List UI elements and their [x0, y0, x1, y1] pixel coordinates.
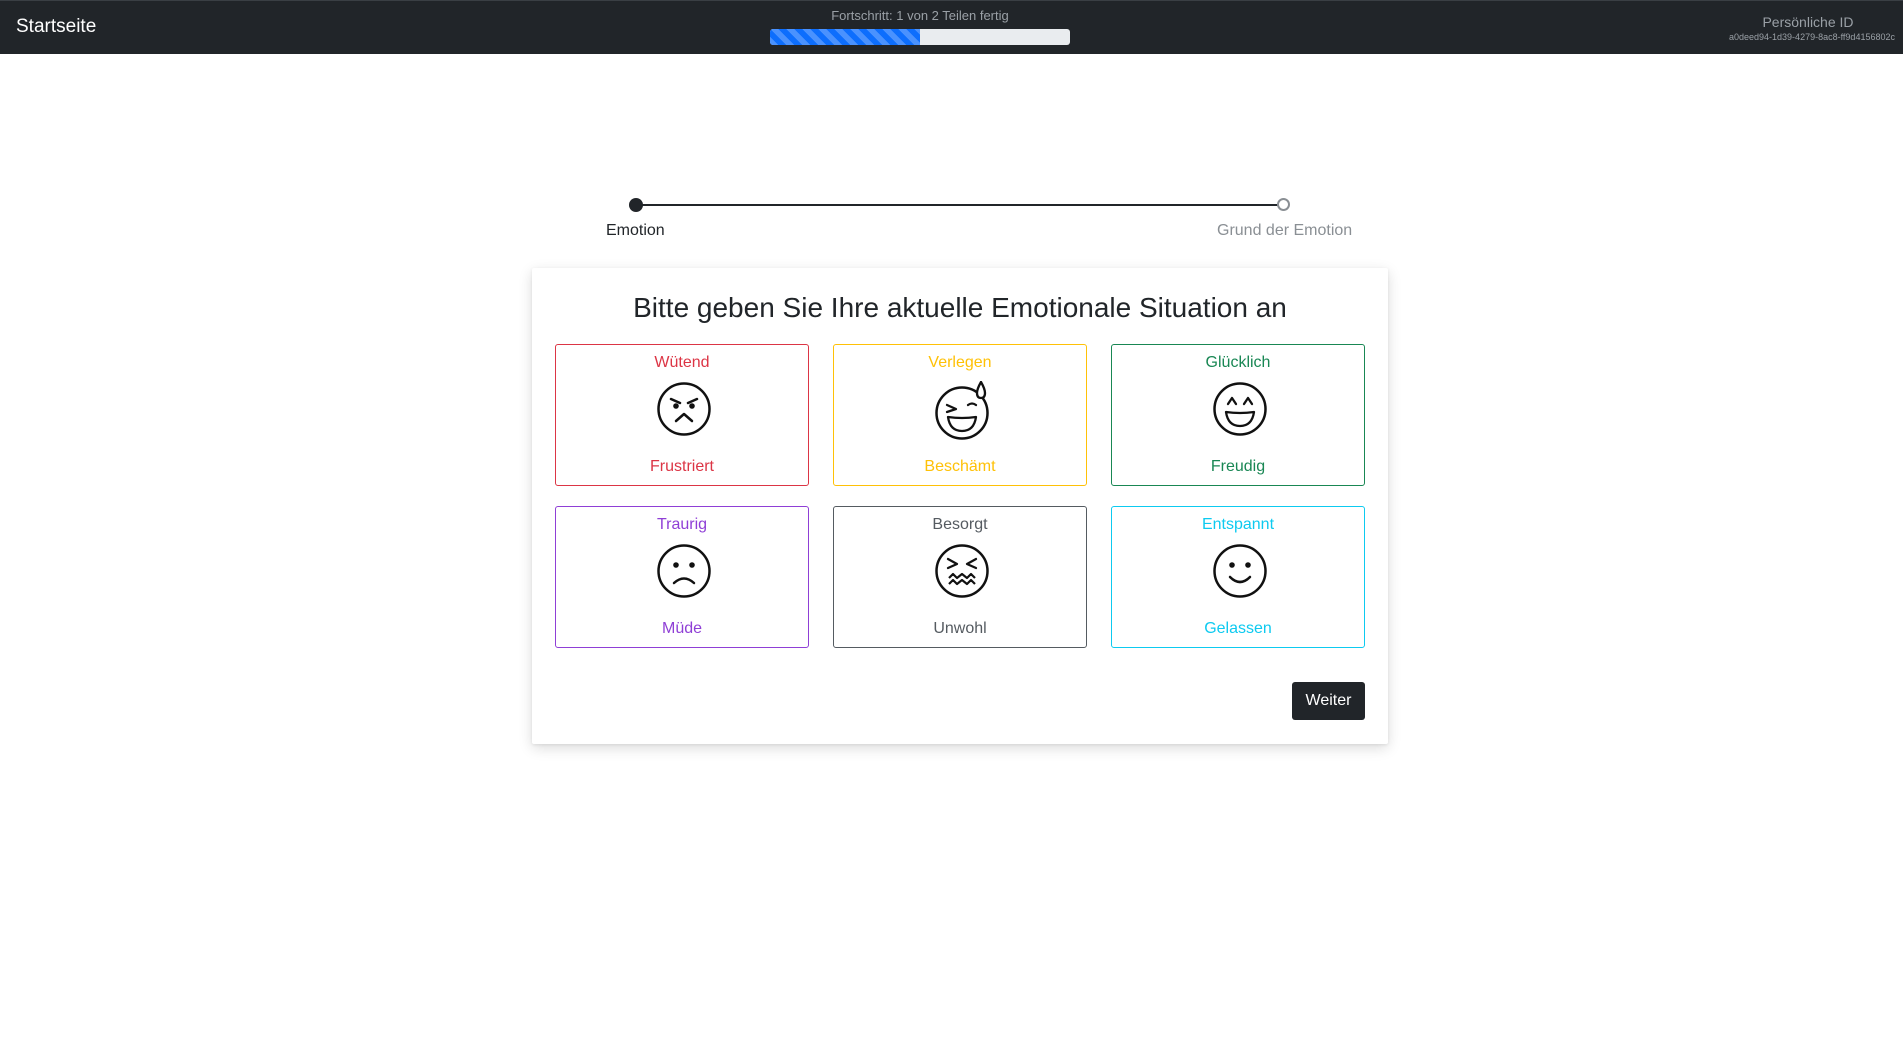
emotion-tile-top-label: Verlegen: [928, 354, 992, 371]
emotion-tile-entspannt[interactable]: Entspannt Gelassen: [1111, 506, 1365, 648]
emotion-tile-bottom-label: Müde: [661, 620, 703, 637]
emotion-tile-top-label: Wütend: [654, 354, 710, 371]
progress-bar-fill: [770, 29, 920, 45]
confounded-face-icon: [935, 544, 989, 598]
top-navbar: Startseite Fortschritt: 1 von 2 Teilen f…: [0, 0, 1903, 54]
emotion-tile-top-label: Traurig: [656, 516, 708, 533]
emotion-tile-bottom-label: Gelassen: [1204, 620, 1272, 637]
frown-face-icon: [657, 544, 711, 598]
emotion-tile-top-label: Entspannt: [1201, 516, 1275, 533]
emotion-tile-bottom-label: Frustriert: [650, 458, 714, 475]
step-connector-line: [636, 204, 1284, 206]
progress-bar: [770, 29, 1070, 45]
angry-face-icon: [657, 382, 711, 436]
emotion-card: Bitte geben Sie Ihre aktuelle Emotionale…: [532, 268, 1388, 744]
survey-progress: Fortschritt: 1 von 2 Teilen fertig: [770, 8, 1070, 45]
step-label-emotion: Emotion: [606, 222, 665, 239]
emotion-tile-bottom-label: Unwohl: [933, 620, 987, 637]
emotion-tile-top-label: Glücklich: [1205, 354, 1271, 371]
emotion-tile-bottom-label: Freudig: [1210, 458, 1266, 475]
emotion-grid: Wütend Frustriert Verlegen Beschämt Glüc…: [555, 344, 1365, 648]
progress-label: Fortschritt: 1 von 2 Teilen fertig: [831, 8, 1009, 23]
card-title: Bitte geben Sie Ihre aktuelle Emotionale…: [633, 292, 1287, 323]
emotion-tile-traurig[interactable]: Traurig Müde: [555, 506, 809, 648]
step-dot-reason: [1277, 198, 1290, 211]
personal-id-value: a0deed94-1d39-4279-8ac8-ff9d4156802c: [1729, 32, 1895, 42]
step-label-reason: Grund der Emotion: [1217, 222, 1353, 239]
step-indicator: Emotion Grund der Emotion: [600, 197, 1360, 247]
step-dot-emotion: [629, 198, 643, 212]
emotion-tile-bottom-label: Beschämt: [924, 458, 996, 475]
emotion-tile-wuetend[interactable]: Wütend Frustriert: [555, 344, 809, 486]
personal-id-label: Persönliche ID: [1762, 14, 1854, 30]
emotion-tile-top-label: Besorgt: [932, 516, 988, 533]
personal-id: Persönliche ID a0deed94-1d39-4279-8ac8-f…: [1713, 14, 1903, 44]
emotion-tile-besorgt[interactable]: Besorgt Unwohl: [833, 506, 1087, 648]
emotion-tile-gluecklich[interactable]: Glücklich Freudig: [1111, 344, 1365, 486]
home-link[interactable]: Startseite: [16, 16, 96, 38]
emotion-tile-verlegen[interactable]: Verlegen Beschämt: [833, 344, 1087, 486]
next-button[interactable]: Weiter: [1292, 682, 1365, 720]
smile-face-icon: [1213, 544, 1267, 598]
sweat-smile-face-icon: [935, 381, 989, 440]
grin-face-icon: [1213, 382, 1267, 436]
